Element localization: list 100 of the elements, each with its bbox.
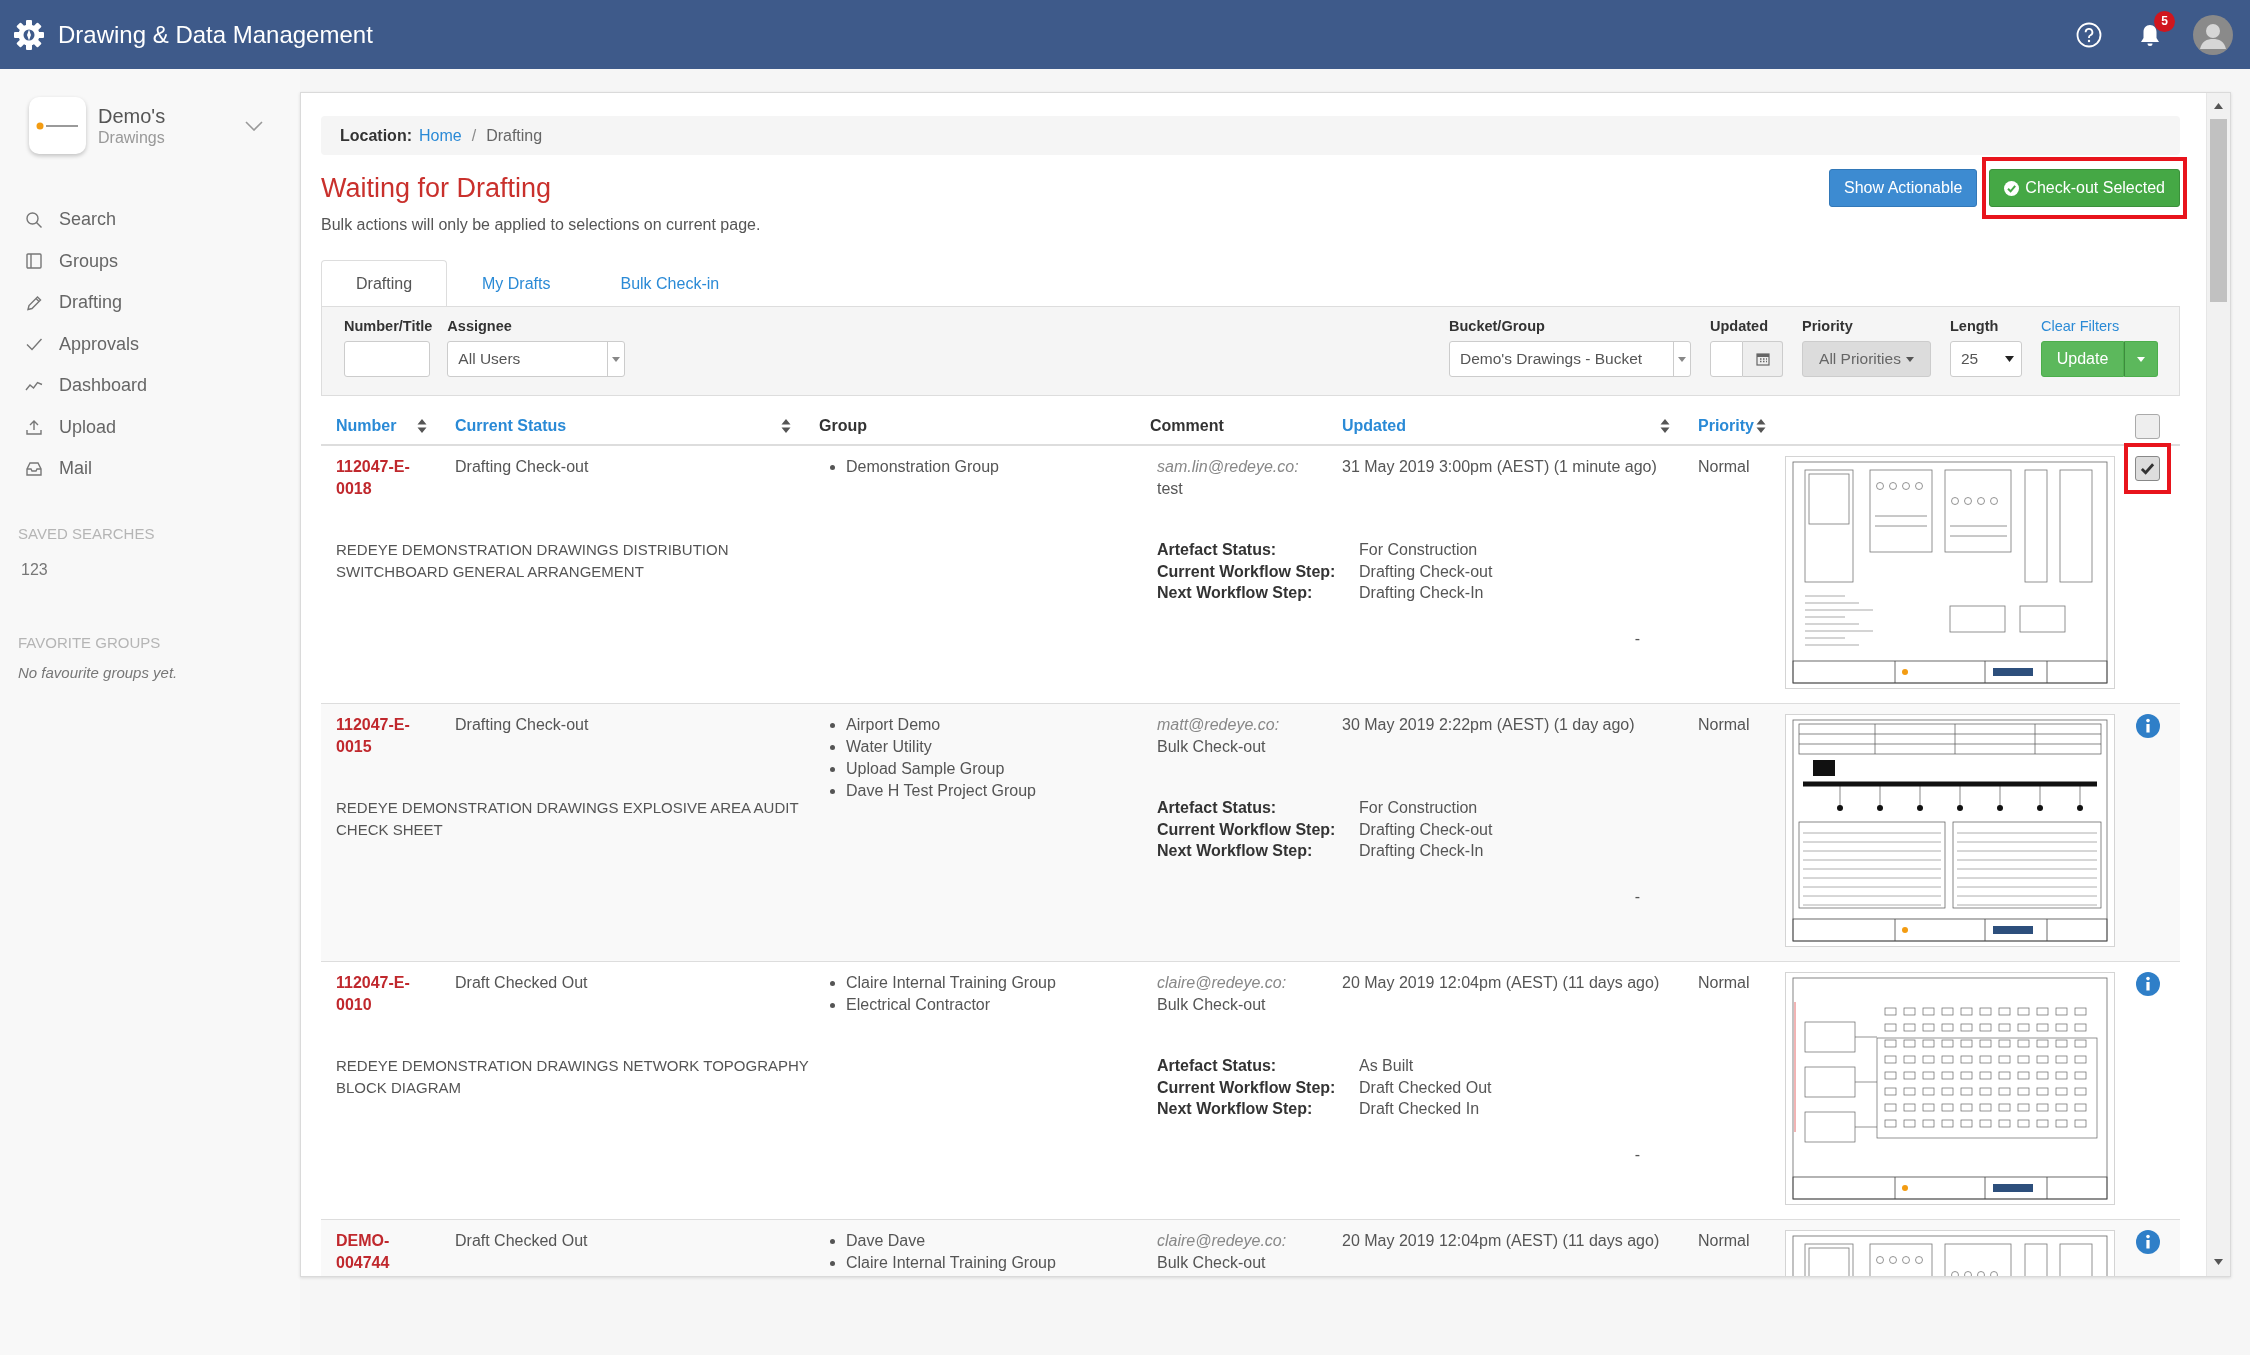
group-name: Demonstration Group bbox=[846, 457, 999, 477]
check-circle-icon bbox=[2004, 180, 2020, 196]
filter-label: Number/Title bbox=[344, 317, 433, 336]
status-text: Drafting Check-out bbox=[455, 715, 589, 735]
info-icon[interactable] bbox=[2135, 714, 2160, 738]
column-header[interactable]: Current Status bbox=[455, 417, 819, 435]
detail-label: Current Workflow Step: bbox=[1157, 819, 1336, 840]
calendar-button[interactable] bbox=[1743, 341, 1783, 377]
caret-icon bbox=[2137, 356, 2145, 362]
filter-label: Assignee bbox=[447, 317, 513, 336]
nav-item[interactable]: Upload bbox=[25, 406, 117, 448]
updated-text: 20 May 2019 12:04pm (AEST) (11 days ago) bbox=[1342, 973, 1660, 993]
breadcrumb-separator: / bbox=[470, 126, 478, 145]
column-header[interactable]: Updated bbox=[1342, 417, 1698, 435]
action-button[interactable]: Show Actionable bbox=[1829, 169, 1978, 207]
detail-value: Drafting Check-out bbox=[1359, 819, 1493, 840]
info-icon[interactable] bbox=[2135, 1230, 2160, 1254]
select-field[interactable]: 25 bbox=[1950, 341, 2022, 377]
date-input[interactable] bbox=[1710, 341, 1743, 377]
chevron-down-icon[interactable] bbox=[245, 120, 263, 131]
dropdown-toggle-button[interactable] bbox=[2124, 341, 2158, 377]
tab[interactable]: Drafting bbox=[321, 260, 448, 306]
bullet-icon bbox=[830, 1002, 835, 1008]
nav-item[interactable]: Approvals bbox=[25, 323, 140, 365]
notification-badge: 5 bbox=[2154, 10, 2175, 32]
detail-label: Artefact Status: bbox=[1157, 540, 1277, 560]
scroll-up-icon[interactable] bbox=[2214, 103, 2223, 109]
comment-text: test bbox=[1157, 479, 1183, 499]
drawing-number-link[interactable]: 112047-E-0018 bbox=[336, 456, 436, 500]
column-header: Comment bbox=[1150, 417, 1225, 435]
technical-drawing[interactable] bbox=[1785, 714, 2115, 947]
status-text: Draft Checked Out bbox=[455, 1231, 588, 1251]
comment-text: Bulk Check-out bbox=[1157, 995, 1266, 1015]
bullet-icon bbox=[830, 1238, 835, 1244]
drawing-title: REDEYE DEMONSTRATION DRAWINGS DISTRIBUTION SWITCHBOARD GENERAL ARRANGEMENT bbox=[336, 540, 730, 582]
book-icon bbox=[25, 252, 43, 271]
column-header[interactable]: Priority bbox=[1698, 417, 1780, 435]
tab[interactable]: My Drafts bbox=[447, 260, 586, 306]
filter-label: Length bbox=[1950, 317, 2000, 336]
gear-icon bbox=[13, 18, 45, 51]
bullet-icon bbox=[830, 980, 835, 986]
row-checkbox[interactable] bbox=[2135, 456, 2160, 481]
bullet-icon bbox=[830, 744, 835, 750]
action-button[interactable]: Check-out Selected bbox=[1989, 169, 2180, 207]
text-input[interactable] bbox=[344, 341, 430, 377]
drawing-number-link[interactable]: DEMO-004744 bbox=[336, 1230, 436, 1274]
section-heading: FAVORITE GROUPS bbox=[18, 632, 161, 653]
detail-value: Draft Checked In bbox=[1359, 1099, 1480, 1119]
comment-author: sam.lin@redeye.co: bbox=[1157, 457, 1299, 477]
drawing-title: REDEYE DEMONSTRATION DRAWINGS NETWORK TOPOGRAPHY BLOCK DIAGRAM bbox=[336, 1056, 810, 1098]
group-name: Claire Internal Training Group bbox=[846, 1253, 1056, 1273]
detail-value: Drafting Check-out bbox=[1359, 561, 1493, 582]
sort-icon bbox=[417, 418, 427, 434]
column-header: Group bbox=[819, 417, 868, 435]
group-name: Water Utility bbox=[846, 737, 932, 757]
nav-item[interactable]: Mail bbox=[25, 448, 92, 490]
saved-search-link[interactable]: 123 bbox=[21, 559, 48, 580]
scrollbar-thumb[interactable] bbox=[2210, 119, 2227, 302]
detail-label: Next Workflow Step: bbox=[1157, 1099, 1313, 1119]
breadcrumb-link[interactable]: Home bbox=[419, 126, 462, 145]
empty-message: No favourite groups yet. bbox=[18, 662, 178, 683]
nav-item[interactable]: Search bbox=[25, 199, 117, 241]
clear-filters-link[interactable]: Clear Filters bbox=[2041, 316, 2120, 336]
page-note: Bulk actions will only be applied to selections on current page. bbox=[321, 215, 762, 235]
select-field[interactable]: Demo's Drawings - Bucket bbox=[1449, 341, 1691, 377]
priority-text: Normal bbox=[1698, 973, 1750, 993]
nav-item[interactable]: Drafting bbox=[25, 282, 123, 324]
bullet-icon bbox=[830, 464, 835, 470]
sort-icon bbox=[1756, 418, 1766, 434]
scroll-down-icon[interactable] bbox=[2214, 1259, 2223, 1265]
page-title: Waiting for Drafting bbox=[321, 172, 552, 205]
drawing-number-link[interactable]: 112047-E-0010 bbox=[336, 972, 436, 1016]
help-icon[interactable] bbox=[2076, 21, 2102, 48]
updated-text: 31 May 2019 3:00pm (AEST) (1 minute ago) bbox=[1342, 457, 1657, 477]
breadcrumb-label: Location: bbox=[340, 126, 412, 145]
filter-label: Priority bbox=[1802, 317, 1854, 336]
select-field[interactable]: All Users bbox=[447, 341, 626, 377]
group-name: Upload Sample Group bbox=[846, 759, 1005, 779]
filter-label: Updated bbox=[1710, 317, 1769, 336]
tab[interactable]: Bulk Check-in bbox=[585, 260, 755, 306]
group-name: Claire Internal Training Group bbox=[846, 973, 1056, 993]
bullet-icon bbox=[830, 1260, 835, 1266]
detail-label: Artefact Status: bbox=[1157, 1056, 1277, 1076]
nav-item[interactable]: Groups bbox=[25, 240, 119, 282]
priority-dropdown[interactable]: All Priorities bbox=[1802, 341, 1931, 377]
nav-item[interactable]: Dashboard bbox=[25, 365, 148, 407]
upload-icon bbox=[25, 418, 43, 437]
org-logo bbox=[29, 97, 86, 154]
detail-value: For Construction bbox=[1359, 540, 1478, 560]
info-icon[interactable] bbox=[2135, 972, 2160, 996]
scrollbar-track[interactable] bbox=[2206, 93, 2230, 1276]
column-header[interactable]: Number bbox=[336, 417, 455, 435]
sort-icon bbox=[781, 418, 791, 434]
select-all-checkbox[interactable] bbox=[2135, 413, 2160, 439]
bullet-icon bbox=[830, 722, 835, 728]
search-icon bbox=[25, 210, 43, 229]
avatar-placeholder[interactable] bbox=[2193, 14, 2233, 55]
org-name: Demo's bbox=[98, 103, 166, 128]
detail-value: Drafting Check-In bbox=[1359, 841, 1484, 861]
drawing-number-link[interactable]: 112047-E-0015 bbox=[336, 714, 436, 758]
